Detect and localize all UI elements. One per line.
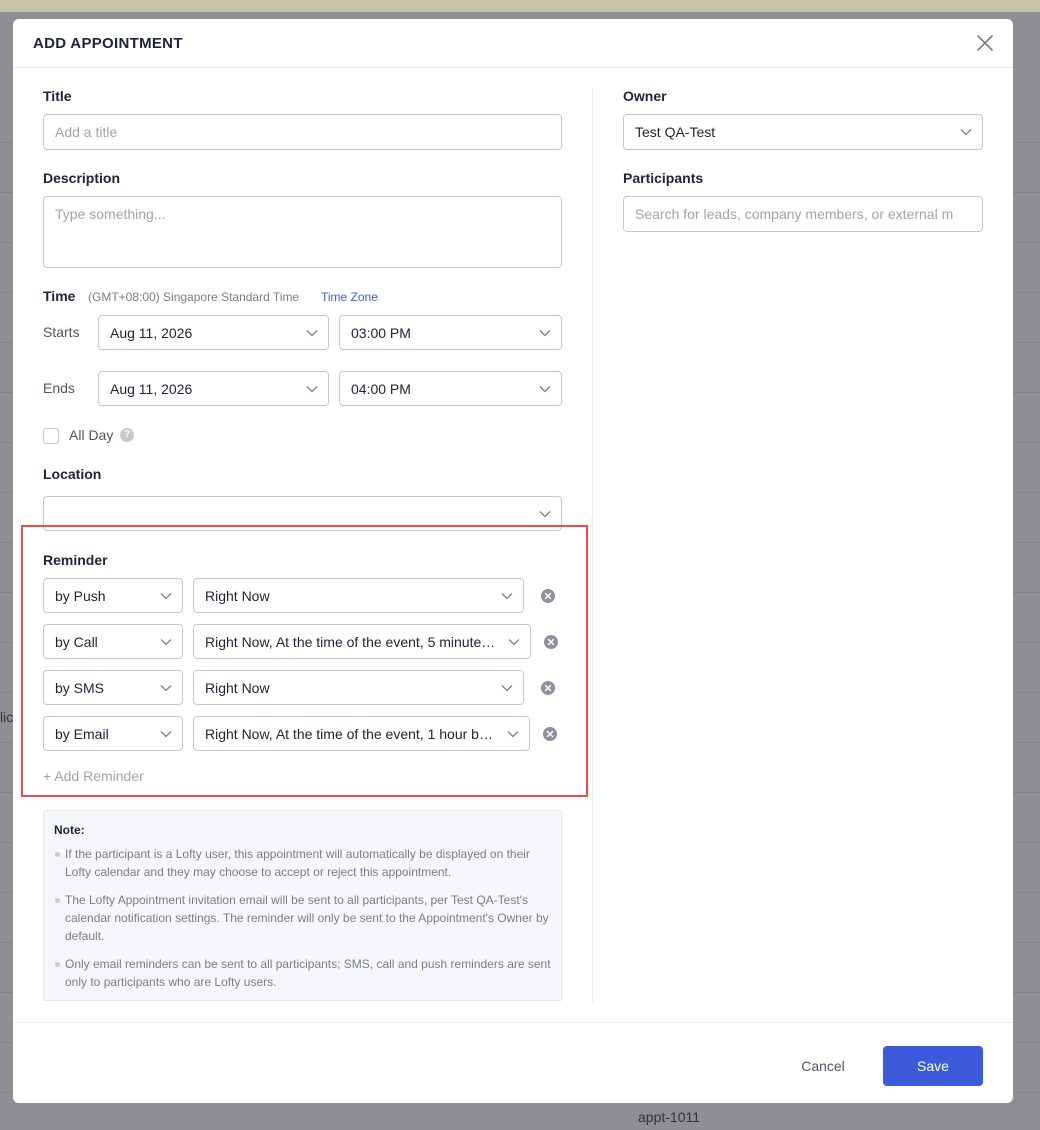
description-textarea[interactable]: Type something... [43, 196, 562, 268]
modal-footer: Cancel Save [13, 1022, 1013, 1103]
description-placeholder: Type something... [55, 206, 166, 222]
reminder-timing-value: Right Now [205, 587, 270, 604]
all-day-label: All Day [69, 427, 114, 443]
bullet-icon [55, 852, 60, 857]
reminder-method-select[interactable]: by Push [43, 578, 183, 613]
participants-label: Participants [623, 170, 704, 186]
chevron-down-icon [160, 592, 172, 600]
chevron-down-icon [960, 128, 972, 136]
note-title: Note: [54, 823, 85, 837]
start-date-select[interactable]: Aug 11, 2026 [98, 315, 329, 350]
background-top-bar [0, 0, 1040, 12]
modal-header: ADD APPOINTMENT [13, 19, 1013, 68]
reminder-method-value: by SMS [55, 679, 105, 696]
reminder-timing-select[interactable]: Right Now, At the time of the event, 1 h… [193, 716, 530, 751]
help-icon[interactable]: ? [120, 428, 134, 442]
reminder-method-select[interactable]: by Call [43, 624, 183, 659]
note-item: The Lofty Appointment invitation email w… [65, 893, 549, 943]
chevron-down-icon [501, 592, 513, 600]
start-time-value: 03:00 PM [351, 324, 411, 341]
time-label: Time [43, 288, 76, 304]
title-placeholder: Add a title [55, 124, 118, 140]
chevron-down-icon [160, 730, 172, 738]
reminder-method-value: by Call [55, 633, 98, 650]
background-row-id: appt-1011 [638, 1109, 701, 1125]
remove-reminder-icon[interactable] [541, 589, 555, 603]
note-panel: Note: If the participant is a Lofty user… [43, 810, 562, 1001]
reminder-timing-select[interactable]: Right Now, At the time of the event, 5 m… [193, 624, 531, 659]
remove-reminder-icon[interactable] [544, 635, 558, 649]
reminder-method-value: by Push [55, 587, 106, 604]
reminder-timing-select[interactable]: Right Now [193, 578, 524, 613]
column-divider [592, 89, 593, 1002]
reminder-timing-value: Right Now, At the time of the event, 5 m… [205, 633, 519, 650]
background-partial-text: lic [0, 709, 14, 725]
end-date-value: Aug 11, 2026 [110, 380, 193, 397]
owner-select[interactable]: Test QA-Test [623, 114, 983, 150]
note-item: If the participant is a Lofty user, this… [65, 847, 530, 879]
note-item: Only email reminders can be sent to all … [65, 957, 551, 989]
participants-placeholder: Search for leads, company members, or ex… [635, 206, 954, 222]
chevron-down-icon [539, 510, 551, 518]
chevron-down-icon [539, 329, 551, 337]
chevron-down-icon [539, 385, 551, 393]
cancel-button[interactable]: Cancel [783, 1046, 863, 1086]
chevron-down-icon [306, 329, 318, 337]
bullet-icon [55, 962, 60, 967]
description-label: Description [43, 170, 121, 186]
reminder-method-value: by Email [55, 725, 109, 742]
all-day-checkbox[interactable] [43, 428, 59, 444]
owner-value: Test QA-Test [635, 124, 716, 140]
remove-reminder-icon[interactable] [541, 681, 555, 695]
reminder-timing-value: Right Now, At the time of the event, 1 h… [205, 725, 511, 742]
bullet-icon [55, 898, 60, 903]
add-reminder-link[interactable]: + Add Reminder [43, 768, 144, 784]
remove-reminder-icon[interactable] [543, 727, 557, 741]
title-label: Title [43, 88, 72, 104]
end-time-value: 04:00 PM [351, 380, 411, 397]
reminder-timing-value: Right Now [205, 679, 270, 696]
end-time-select[interactable]: 04:00 PM [339, 371, 562, 406]
starts-label: Starts [43, 324, 80, 340]
start-time-select[interactable]: 03:00 PM [339, 315, 562, 350]
timezone-text: (GMT+08:00) Singapore Standard Time [88, 290, 300, 304]
ends-label: Ends [43, 380, 75, 396]
chevron-down-icon [507, 730, 519, 738]
end-date-select[interactable]: Aug 11, 2026 [98, 371, 329, 406]
chevron-down-icon [160, 684, 172, 692]
modal-title: ADD APPOINTMENT [33, 35, 183, 52]
chevron-down-icon [306, 385, 318, 393]
participants-search-input[interactable]: Search for leads, company members, or ex… [623, 196, 983, 232]
reminder-timing-select[interactable]: Right Now [193, 670, 524, 705]
close-icon [977, 35, 993, 51]
reminder-label: Reminder [43, 552, 108, 568]
title-input[interactable]: Add a title [43, 114, 562, 150]
chevron-down-icon [501, 684, 513, 692]
save-button[interactable]: Save [883, 1046, 983, 1086]
timezone-link[interactable]: Time Zone [321, 290, 378, 304]
owner-label: Owner [623, 88, 667, 104]
reminder-method-select[interactable]: by Email [43, 716, 183, 751]
chevron-down-icon [160, 638, 172, 646]
location-label: Location [43, 466, 102, 482]
reminder-method-select[interactable]: by SMS [43, 670, 183, 705]
start-date-value: Aug 11, 2026 [110, 324, 193, 341]
add-appointment-modal: ADD APPOINTMENT Title Add a title Descri… [13, 19, 1013, 1103]
close-button[interactable] [975, 33, 995, 53]
chevron-down-icon [508, 638, 520, 646]
